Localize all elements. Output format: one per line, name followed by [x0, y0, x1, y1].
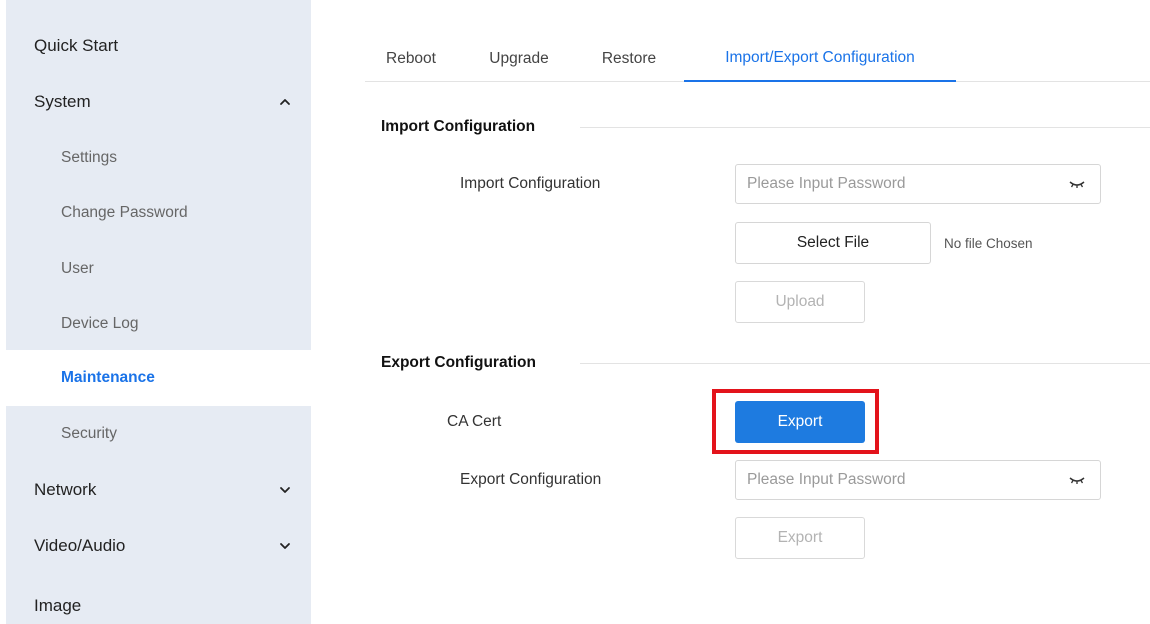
chevron-down-icon — [280, 487, 290, 493]
sidebar-item-device-log[interactable]: Device Log — [6, 296, 311, 352]
sidebar-item-user[interactable]: User — [6, 241, 311, 297]
sidebar-item-label: System — [34, 92, 91, 111]
sidebar-item-label: User — [61, 260, 94, 277]
sidebar-item-settings[interactable]: Settings — [6, 130, 311, 186]
sidebar-item-network[interactable]: Network — [6, 462, 311, 518]
import-configuration-label: Import Configuration — [460, 175, 601, 192]
section-divider — [580, 363, 1150, 364]
sidebar: Quick Start System Settings Change Passw… — [6, 0, 311, 624]
upload-button[interactable]: Upload — [735, 281, 865, 323]
sidebar-item-label: Settings — [61, 149, 118, 166]
file-status-text: No file Chosen — [944, 236, 1033, 251]
tab-bar: Reboot Upgrade Restore Import/Export Con… — [365, 36, 1150, 82]
sidebar-item-label: Video/Audio — [34, 536, 126, 555]
chevron-down-icon — [280, 543, 290, 549]
sidebar-item-label: Quick Start — [34, 36, 119, 55]
select-file-button[interactable]: Select File — [735, 222, 931, 264]
tab-upgrade[interactable]: Upgrade — [478, 36, 560, 82]
sidebar-item-video-audio[interactable]: Video/Audio — [6, 518, 311, 574]
tab-restore[interactable]: Restore — [591, 36, 667, 82]
import-password-field — [735, 164, 1101, 204]
export-password-input[interactable] — [747, 471, 1047, 489]
sidebar-item-maintenance[interactable]: Maintenance — [6, 350, 311, 406]
export-password-field — [735, 460, 1101, 500]
sidebar-item-label: Maintenance — [61, 369, 155, 386]
import-password-input[interactable] — [747, 175, 1047, 193]
tab-import-export-configuration[interactable]: Import/Export Configuration — [684, 36, 956, 82]
eye-closed-icon[interactable] — [1068, 178, 1086, 190]
export-configuration-button[interactable]: Export — [735, 517, 865, 559]
import-section-title: Import Configuration — [381, 118, 536, 135]
sidebar-item-label: Device Log — [61, 315, 139, 332]
sidebar-item-security[interactable]: Security — [6, 406, 311, 462]
sidebar-item-label: Network — [34, 480, 97, 499]
sidebar-item-image[interactable]: Image — [6, 578, 311, 624]
export-configuration-label: Export Configuration — [460, 471, 602, 488]
tab-reboot[interactable]: Reboot — [375, 36, 447, 82]
export-section-title: Export Configuration — [381, 354, 536, 371]
section-divider — [580, 127, 1150, 128]
ca-cert-export-button[interactable]: Export — [735, 401, 865, 443]
chevron-up-icon — [280, 99, 290, 105]
sidebar-item-label: Image — [34, 596, 82, 615]
eye-closed-icon[interactable] — [1068, 474, 1086, 486]
ca-cert-label: CA Cert — [447, 413, 502, 430]
sidebar-item-system[interactable]: System — [6, 74, 311, 130]
sidebar-item-quick-start[interactable]: Quick Start — [6, 18, 311, 74]
sidebar-item-label: Change Password — [61, 204, 188, 221]
sidebar-item-change-password[interactable]: Change Password — [6, 185, 311, 241]
sidebar-item-label: Security — [61, 425, 117, 442]
